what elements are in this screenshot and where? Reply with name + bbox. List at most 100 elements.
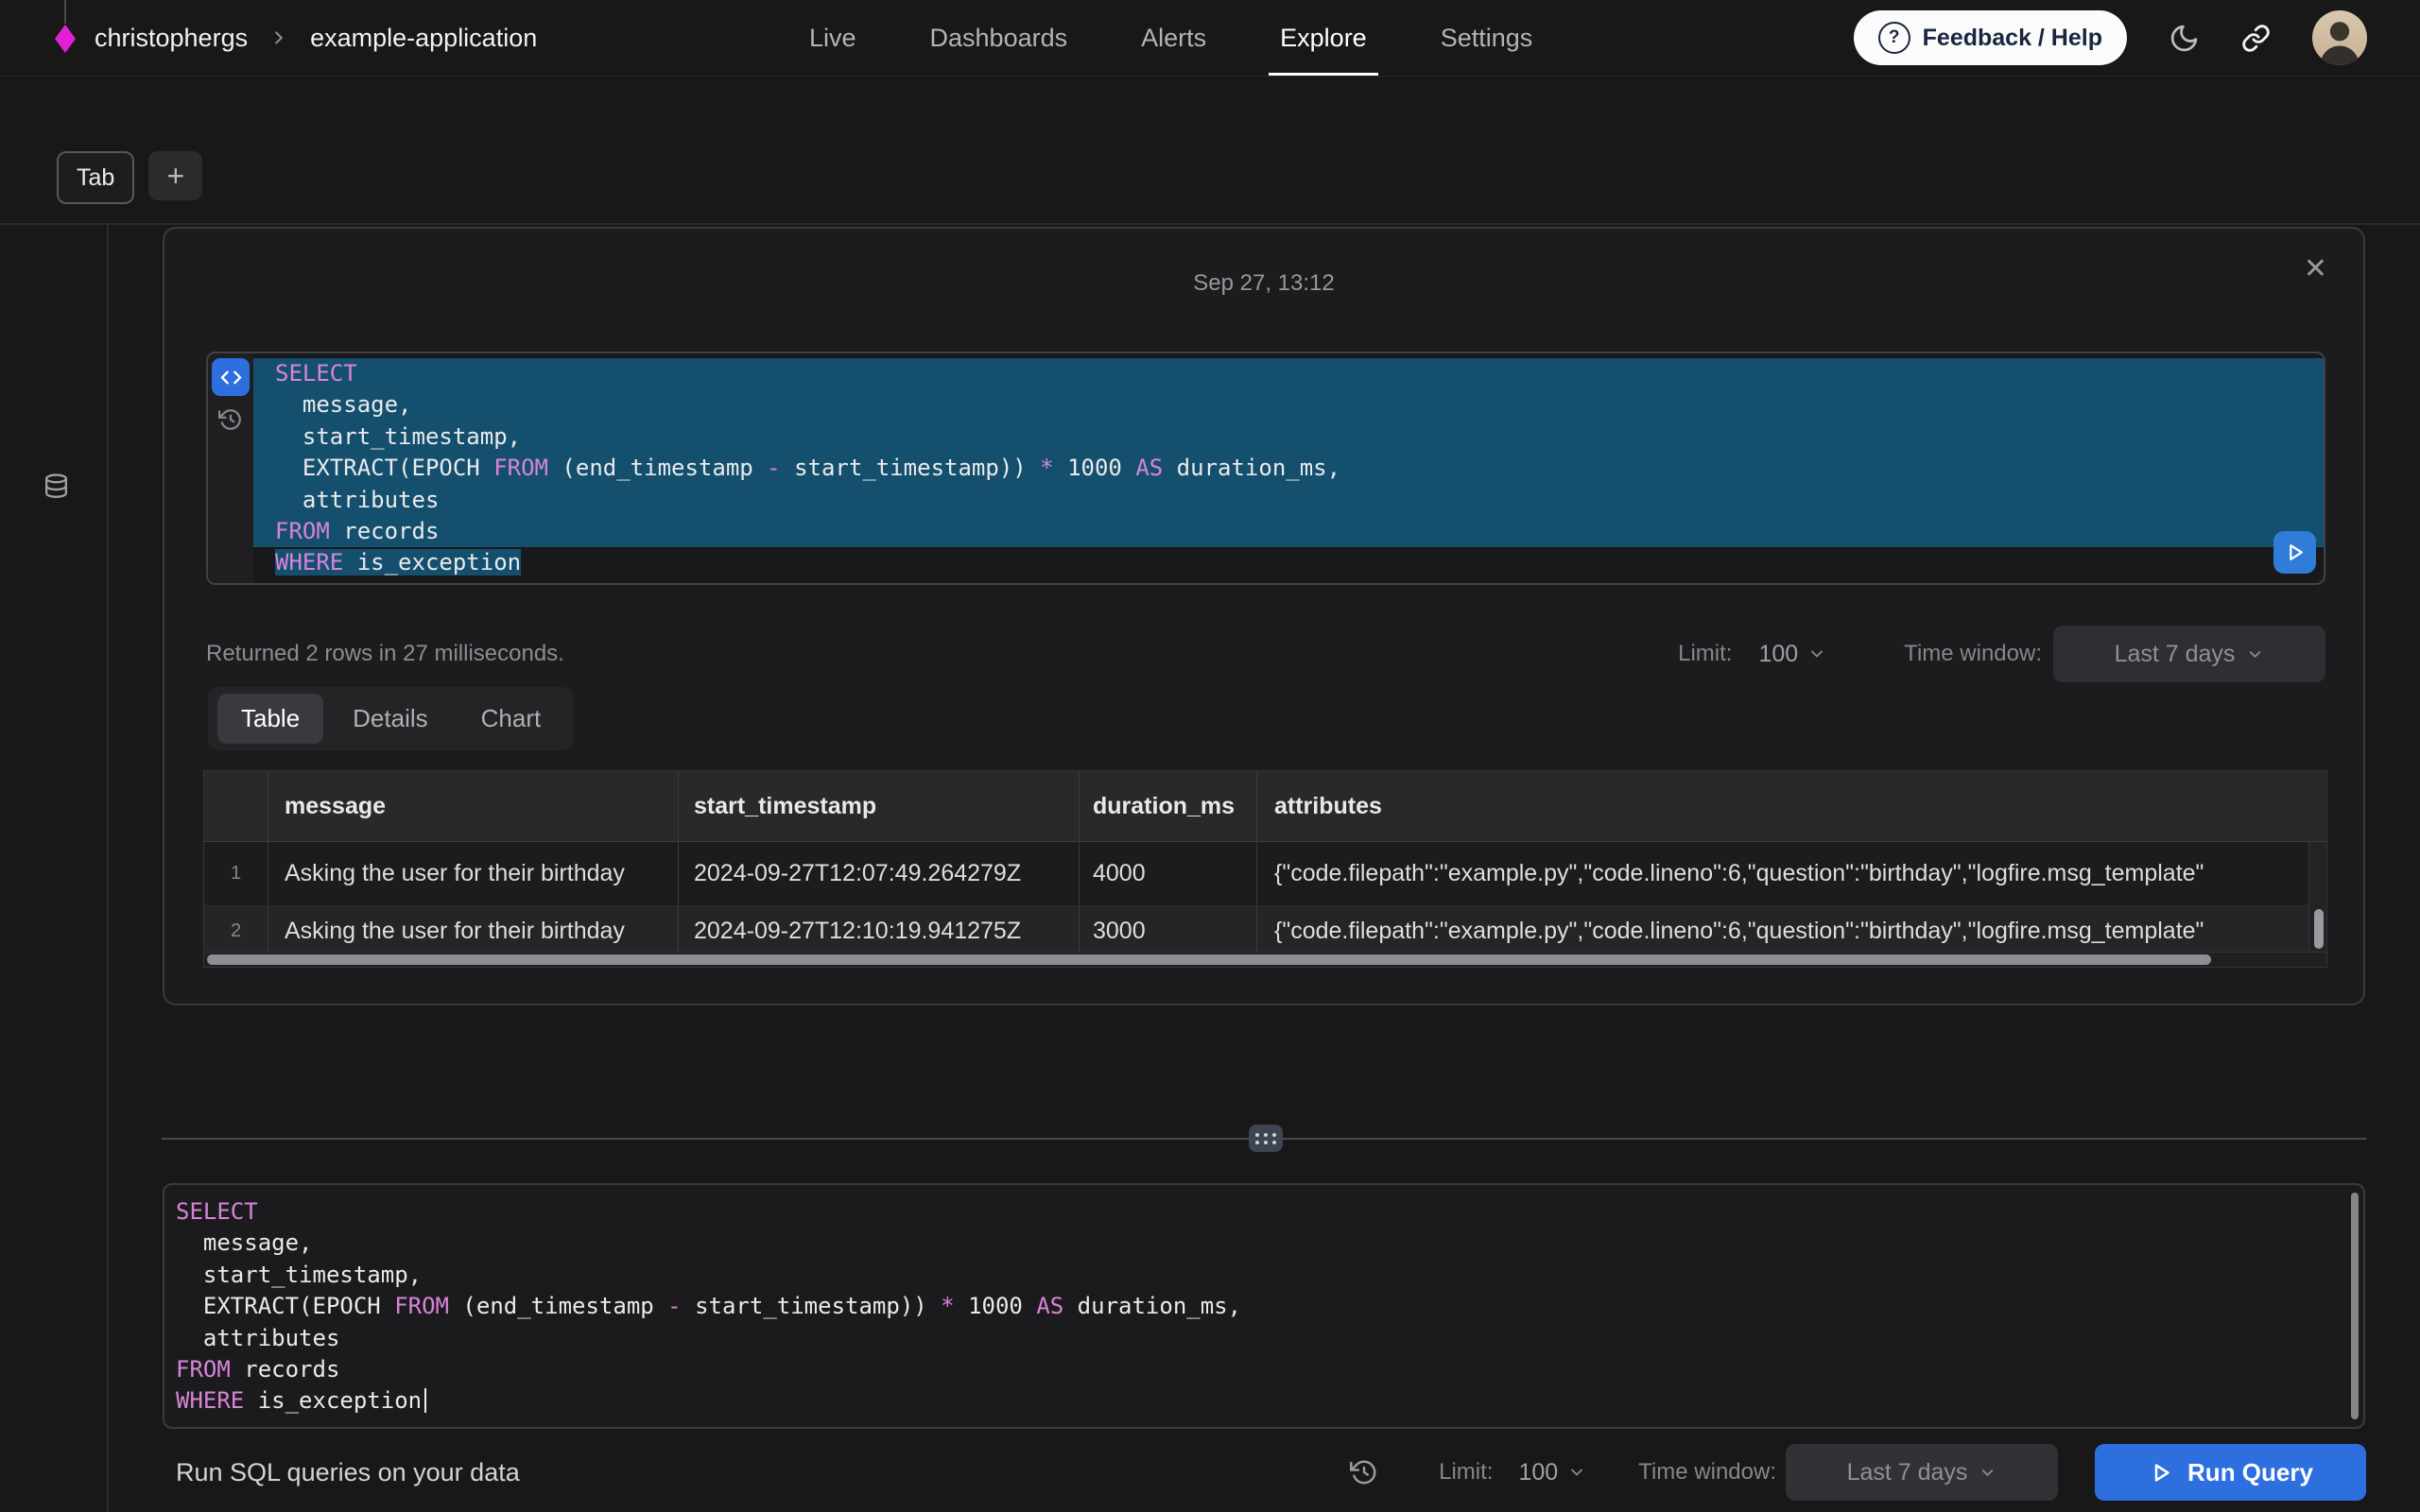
sql-line: EXTRACT(EPOCH FROM (end_timestamp - star…: [253, 453, 2324, 484]
nav-item-live[interactable]: Live: [809, 0, 856, 76]
cell-duration-ms: 4000: [1080, 842, 1257, 905]
tab-chart[interactable]: Chart: [458, 694, 565, 744]
sql-token: duration_ms,: [1163, 455, 1340, 481]
nav-item-alerts[interactable]: Alerts: [1141, 0, 1206, 76]
history-icon[interactable]: [218, 407, 243, 432]
sql-token: FROM: [176, 1356, 231, 1383]
logfire-logo-icon[interactable]: [53, 0, 78, 76]
run-query-icon-button[interactable]: [2273, 531, 2316, 574]
limit-dropdown[interactable]: 100: [1758, 641, 1826, 668]
vertical-scrollbar-thumb[interactable]: [2314, 909, 2324, 949]
sql-line: message,: [176, 1228, 2342, 1259]
limit-dropdown[interactable]: 100: [1518, 1459, 1586, 1486]
sql-token: message,: [275, 391, 412, 418]
limit-label: Limit:: [1678, 641, 1732, 667]
sql-editor-panel[interactable]: SELECT message, start_timestamp, EXTRACT…: [163, 1183, 2365, 1429]
sql-token: message,: [176, 1229, 313, 1256]
left-sidebar: [0, 225, 109, 1512]
code-gutter: [208, 353, 253, 583]
tab-chip[interactable]: Tab: [57, 151, 134, 204]
sql-token: (end_timestamp: [449, 1293, 667, 1319]
sql-token: SELECT: [275, 360, 357, 387]
cell-start-timestamp: 2024-09-27T12:07:49.264279Z: [679, 842, 1080, 905]
footer-bar: Run SQL queries on your data Limit: 100 …: [163, 1443, 2366, 1502]
time-window-value: Last 7 days: [1847, 1459, 1968, 1486]
sql-line: message,: [253, 389, 2324, 421]
breadcrumb: christophergs example-application: [53, 0, 537, 76]
sql-line: EXTRACT(EPOCH FROM (end_timestamp - star…: [176, 1291, 2342, 1322]
main-nav: Live Dashboards Alerts Explore Settings: [809, 0, 1532, 76]
column-header-duration-ms[interactable]: duration_ms: [1080, 771, 1257, 841]
user-avatar[interactable]: [2312, 10, 2367, 65]
add-tab-button[interactable]: +: [148, 151, 202, 200]
close-icon[interactable]: ✕: [2304, 255, 2327, 284]
sql-token: *: [941, 1293, 954, 1319]
link-icon[interactable]: [2241, 24, 2271, 53]
feedback-help-label: Feedback / Help: [1923, 25, 2102, 52]
tab-details[interactable]: Details: [329, 694, 451, 744]
sql-token: -: [667, 1293, 681, 1319]
sql-query-block[interactable]: SELECT message, start_timestamp, EXTRACT…: [206, 352, 2325, 585]
column-header-message[interactable]: message: [268, 771, 679, 841]
history-icon[interactable]: [1350, 1458, 1378, 1486]
sql-line: SELECT: [253, 358, 2324, 389]
chevron-right-icon: [268, 27, 289, 48]
nav-item-settings[interactable]: Settings: [1441, 0, 1533, 76]
sql-token: is_exception: [244, 1387, 422, 1414]
cell-start-timestamp: 2024-09-27T12:10:19.941275Z: [679, 906, 1080, 955]
sql-line: start_timestamp,: [253, 421, 2324, 453]
nav-item-explore[interactable]: Explore: [1280, 0, 1367, 76]
text-caret: [424, 1388, 426, 1413]
resize-handle[interactable]: [1249, 1125, 1283, 1152]
cell-attributes: {"code.filepath":"example.py","code.line…: [1257, 842, 2326, 905]
run-query-button[interactable]: Run Query: [2095, 1444, 2366, 1501]
query-timestamp: Sep 27, 13:12: [164, 270, 2363, 297]
horizontal-scrollbar-thumb[interactable]: [207, 954, 2211, 965]
sql-line: attributes: [176, 1323, 2342, 1354]
sql-token: start_timestamp,: [176, 1262, 422, 1288]
sql-token: SELECT: [176, 1198, 258, 1225]
results-table-body: 1Asking the user for their birthday2024-…: [204, 842, 2326, 956]
result-controls: Limit: 100 Time window: Last 7 days: [1678, 626, 2325, 682]
sql-token: 1000: [955, 1293, 1037, 1319]
time-window-dropdown[interactable]: Last 7 days: [1786, 1444, 2058, 1501]
code-icon[interactable]: [212, 358, 250, 396]
sql-token: FROM: [493, 455, 548, 481]
time-window-dropdown[interactable]: Last 7 days: [2053, 626, 2325, 682]
database-icon[interactable]: [38, 469, 74, 505]
nav-item-dashboards[interactable]: Dashboards: [930, 0, 1068, 76]
table-row[interactable]: 2Asking the user for their birthday2024-…: [204, 906, 2326, 956]
time-window-value: Last 7 days: [2115, 641, 2236, 668]
editor-scrollbar-thumb[interactable]: [2351, 1193, 2359, 1419]
sql-token: WHERE: [275, 549, 343, 576]
table-row[interactable]: 1Asking the user for their birthday2024-…: [204, 842, 2326, 906]
question-circle-icon: ?: [1878, 22, 1910, 54]
column-header-start-timestamp[interactable]: start_timestamp: [679, 771, 1080, 841]
time-window-label: Time window:: [1904, 641, 2042, 667]
sql-token: WHERE: [176, 1387, 244, 1414]
result-summary-row: Returned 2 rows in 27 milliseconds. Limi…: [206, 626, 2325, 682]
column-header-attributes[interactable]: attributes: [1257, 771, 2326, 841]
query-history-card: Sep 27, 13:12 ✕ SELECT message, start_ti…: [163, 227, 2365, 1005]
limit-label: Limit:: [1439, 1459, 1493, 1486]
sql-line: WHERE is_exception: [253, 547, 2324, 578]
chevron-down-icon: [1807, 644, 1826, 663]
tab-table[interactable]: Table: [217, 694, 323, 744]
sql-token: FROM: [275, 518, 330, 544]
sql-token: start_timestamp)): [682, 1293, 942, 1319]
sql-line: WHERE is_exception: [176, 1385, 2342, 1417]
sql-line: attributes: [253, 485, 2324, 516]
navbar-actions: ? Feedback / Help: [1854, 0, 2367, 76]
feedback-help-button[interactable]: ? Feedback / Help: [1854, 10, 2127, 65]
sql-token: EXTRACT(EPOCH: [176, 1293, 394, 1319]
sql-editor-selected[interactable]: SELECT message, start_timestamp, EXTRACT…: [253, 353, 2324, 583]
footer-hint: Run SQL queries on your data: [176, 1458, 520, 1487]
breadcrumb-project[interactable]: example-application: [310, 24, 537, 53]
breadcrumb-org[interactable]: christophergs: [95, 24, 248, 53]
sql-line: start_timestamp,: [176, 1260, 2342, 1291]
sql-line: SELECT: [176, 1196, 2342, 1228]
results-table: message start_timestamp duration_ms attr…: [203, 770, 2327, 968]
sql-token: 1000: [1054, 455, 1136, 481]
moon-icon[interactable]: [2169, 23, 2200, 54]
sql-editor-input[interactable]: SELECT message, start_timestamp, EXTRACT…: [164, 1185, 2342, 1427]
